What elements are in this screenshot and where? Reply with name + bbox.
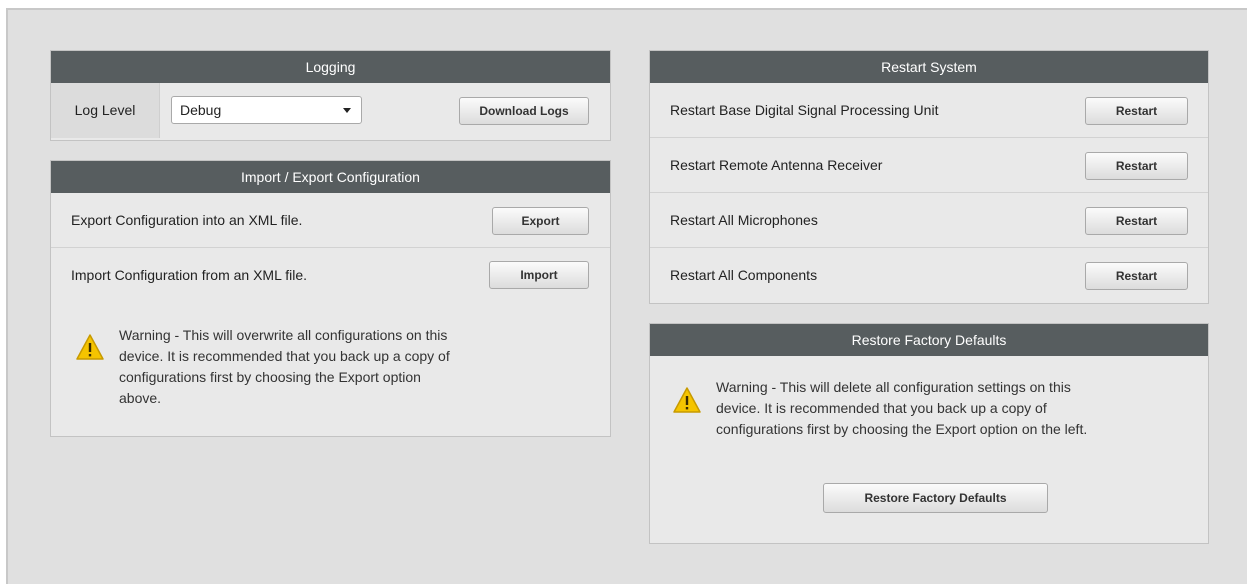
warning-line: Warning - This will overwrite all config… xyxy=(119,327,448,343)
import-row: Import Configuration from an XML file. I… xyxy=(51,248,610,302)
warning-line: configurations first by choosing the Exp… xyxy=(716,421,1088,437)
warning-triangle-icon xyxy=(673,387,701,413)
restart-all-button[interactable]: Restart xyxy=(1085,262,1188,290)
import-export-panel: Import / Export Configuration Export Con… xyxy=(50,160,611,437)
import-label: Import Configuration from an XML file. xyxy=(71,267,308,283)
settings-page: Logging Log Level Debug Download Logs Im… xyxy=(6,8,1247,584)
export-button[interactable]: Export xyxy=(492,207,589,235)
restart-microphones-button[interactable]: Restart xyxy=(1085,207,1188,235)
warning-line: Warning - This will delete all configura… xyxy=(716,379,1071,395)
log-level-label: Log Level xyxy=(51,83,160,138)
logging-panel-title: Logging xyxy=(51,51,610,83)
restart-label: Restart Base Digital Signal Processing U… xyxy=(670,102,939,118)
restart-row: Restart Remote Antenna Receiver Restart xyxy=(650,138,1208,193)
restart-label: Restart All Components xyxy=(670,267,818,283)
log-level-select[interactable]: Debug xyxy=(171,96,362,124)
restart-antenna-button[interactable]: Restart xyxy=(1085,152,1188,180)
restore-factory-panel-title: Restore Factory Defaults xyxy=(650,324,1208,356)
restart-system-panel: Restart System Restart Base Digital Sign… xyxy=(649,50,1209,304)
warning-triangle-icon xyxy=(76,334,104,360)
warning-line: above. xyxy=(119,390,162,406)
download-logs-button[interactable]: Download Logs xyxy=(459,97,589,125)
restart-row: Restart All Components Restart xyxy=(650,248,1208,302)
export-row: Export Configuration into an XML file. E… xyxy=(51,193,610,248)
warning-line: configurations first by choosing the Exp… xyxy=(119,369,421,385)
restart-row: Restart Base Digital Signal Processing U… xyxy=(650,83,1208,138)
restart-label: Restart Remote Antenna Receiver xyxy=(670,157,883,173)
restart-dsp-button[interactable]: Restart xyxy=(1085,97,1188,125)
chevron-down-icon xyxy=(343,108,351,113)
warning-line: device. It is recommended that you back … xyxy=(716,400,1047,416)
restart-label: Restart All Microphones xyxy=(670,212,818,228)
warning-line: device. It is recommended that you back … xyxy=(119,348,450,364)
restore-factory-panel: Restore Factory Defaults Warning - This … xyxy=(649,323,1209,544)
log-level-row: Log Level Debug Download Logs xyxy=(51,83,610,138)
restart-row: Restart All Microphones Restart xyxy=(650,193,1208,248)
import-export-panel-title: Import / Export Configuration xyxy=(51,161,610,193)
restore-factory-defaults-button[interactable]: Restore Factory Defaults xyxy=(823,483,1048,513)
restart-system-panel-title: Restart System xyxy=(650,51,1208,83)
logging-panel: Logging Log Level Debug Download Logs xyxy=(50,50,611,141)
export-label: Export Configuration into an XML file. xyxy=(71,212,303,228)
factory-warning-text: Warning - This will delete all configura… xyxy=(716,377,1196,440)
import-warning-text: Warning - This will overwrite all config… xyxy=(119,325,579,409)
import-button[interactable]: Import xyxy=(489,261,589,289)
log-level-value: Debug xyxy=(180,102,222,118)
